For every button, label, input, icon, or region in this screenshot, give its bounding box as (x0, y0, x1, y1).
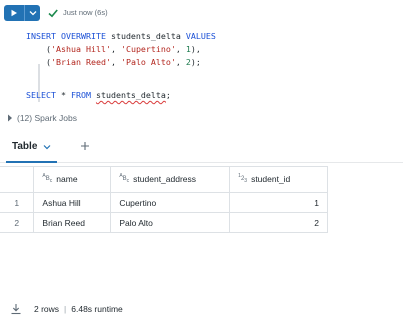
tab-table[interactable]: Table (6, 132, 58, 163)
chevron-down-icon[interactable] (43, 144, 51, 150)
plus-icon (81, 142, 89, 150)
code-line-1: INSERT OVERWRITE students_delta VALUES (26, 30, 216, 43)
string-type-icon: ABc (119, 172, 130, 185)
string-literal: 'Brian Reed' (51, 57, 111, 67)
integer-type-icon: 123 (238, 172, 248, 185)
paren: ), (190, 44, 201, 54)
string-type-icon: ABc (42, 172, 53, 185)
column-header-student-address[interactable]: ABc student_address (110, 166, 231, 193)
table-row: 2 Brian Reed Palo Alto 2 (0, 212, 328, 233)
check-icon (48, 9, 58, 18)
comma: , (175, 57, 186, 67)
results-table: ABc name ABc student_address 123 student_id… (0, 166, 328, 233)
spark-jobs-toggle[interactable]: (12) Spark Jobs (0, 110, 403, 126)
row-index: 1 (0, 192, 35, 213)
cell-student-id[interactable]: 2 (229, 212, 328, 233)
result-tab-bar: Table (0, 132, 403, 163)
column-header-name[interactable]: ABc name (33, 166, 112, 193)
table-header-row: ABc name ABc student_address 123 student_id (0, 166, 328, 193)
result-footer: 2 rows | 6.48s runtime (0, 300, 403, 318)
code-line-5: SELECT * FROM students_delta; (26, 89, 171, 102)
runtime-text: 6.48s runtime (71, 304, 123, 314)
keyword-overwrite: OVERWRITE (60, 31, 106, 41)
table-name: students_delta (95, 90, 166, 100)
cell-student-id[interactable]: 1 (229, 192, 328, 213)
cell-name[interactable]: Ashua Hill (33, 192, 112, 213)
spark-jobs-label: (12) Spark Jobs (17, 113, 77, 123)
comma: , (110, 44, 121, 54)
keyword-from: FROM (70, 90, 91, 100)
row-index-header (0, 166, 35, 193)
comma: , (175, 44, 186, 54)
add-tab-button[interactable] (78, 139, 92, 153)
row-count-text: 2 rows (34, 304, 60, 314)
string-literal: 'Ashua Hill' (51, 44, 111, 54)
cell-toolbar: Just now (6s) (0, 0, 403, 26)
cell-address[interactable]: Cupertino (110, 192, 231, 213)
column-label: student_address (133, 173, 197, 184)
download-icon[interactable] (10, 303, 22, 315)
code-line-3: ('Brian Reed', 'Palo Alto', 2); (46, 56, 201, 69)
code-line-2: ('Ashua Hill', 'Cupertino', 1), (46, 43, 201, 56)
keyword-values: VALUES (185, 31, 216, 41)
string-literal: 'Palo Alto' (120, 57, 176, 67)
semicolon: ; (165, 90, 171, 100)
caret-right-icon (8, 114, 12, 122)
star: * (60, 90, 66, 100)
tab-table-label: Table (12, 141, 38, 152)
table-name: students_delta (110, 31, 181, 41)
column-label: student_id (251, 173, 291, 184)
column-header-student-id[interactable]: 123 student_id (229, 166, 328, 193)
row-index: 2 (0, 212, 35, 233)
sql-code-editor[interactable]: INSERT OVERWRITE students_delta VALUES (… (20, 26, 403, 104)
table-row: 1 Ashua Hill Cupertino 1 (0, 192, 328, 213)
cell-name[interactable]: Brian Reed (33, 212, 112, 233)
keyword-select: SELECT (26, 90, 56, 100)
keyword-insert: INSERT (26, 31, 56, 41)
footer-separator: | (64, 304, 67, 314)
run-options-button[interactable] (24, 5, 40, 21)
run-button-group (4, 5, 40, 21)
column-label: name (56, 173, 78, 184)
comma: , (110, 57, 121, 67)
paren: ); (190, 57, 201, 67)
play-icon (11, 9, 17, 17)
cell-address[interactable]: Palo Alto (110, 212, 231, 233)
string-literal: 'Cupertino' (120, 44, 176, 54)
run-cell-button[interactable] (4, 5, 24, 21)
chevron-down-icon (29, 11, 36, 16)
run-status-text: Just now (6s) (63, 8, 108, 17)
